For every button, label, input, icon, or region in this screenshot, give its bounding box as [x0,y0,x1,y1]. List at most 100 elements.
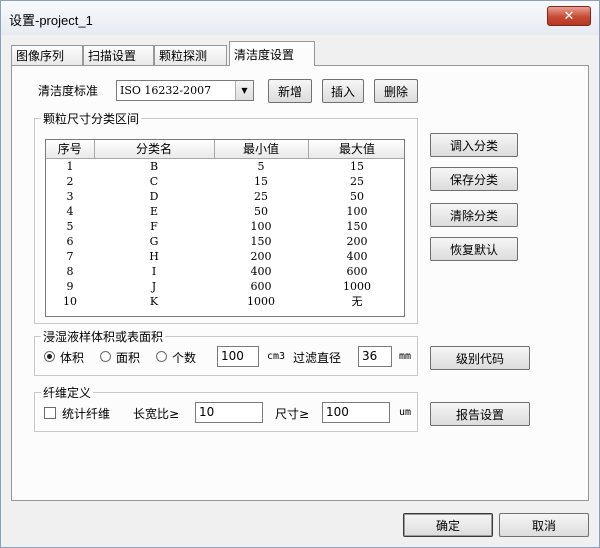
cell-class-name: D [149,189,159,203]
cell-index: 5 [66,219,74,233]
cell-max: 100 [346,204,368,218]
fiber-group: 纤维定义 统计纤维 长宽比≥ 10 尺寸≥ 100 um [34,384,418,432]
table-row[interactable]: 9 J 600 1000 [46,279,404,294]
radio-area[interactable] [100,351,111,362]
insert-button[interactable]: 插入 [322,79,364,103]
save-classes-button[interactable]: 保存分类 [430,167,518,191]
cell-index: 6 [66,234,74,248]
radio-volume[interactable] [44,351,55,362]
window-title: 设置-project_1 [9,13,93,28]
cell-max: 1000 [343,279,371,293]
fiber-size-unit: um [399,407,412,418]
delete-button[interactable]: 删除 [374,79,418,103]
cell-class-name: E [149,204,159,218]
cell-index: 10 [63,294,77,308]
chevron-down-icon[interactable]: ▼ [235,81,253,100]
volume-group: 浸湿液样体积或表面积 体积 面积 个数 100 cm3 过滤直径 36 mm [34,328,418,376]
cell-max: 15 [350,159,364,173]
cleanliness-panel: 清洁度标准 ISO 16232-2007 ▼ 新增 插入 删除 颗粒尺寸分类区间 [11,65,589,501]
report-settings-button[interactable]: 报告设置 [430,402,530,426]
cell-min: 50 [254,204,268,218]
cell-index: 1 [66,159,74,173]
radio-area-label: 面积 [116,351,141,365]
tab-label: 图像序列 [16,49,65,63]
filter-diameter-input[interactable]: 36 [358,346,392,367]
column-header-min[interactable]: 最小值 [214,140,309,159]
standard-selected: ISO 16232-2007 [120,84,212,97]
close-button[interactable]: ✕ [547,6,591,26]
dialog-client: 图像序列 扫描设置 颗粒探测 清洁度设置 清洁度标准 ISO 16232-200… [3,35,597,545]
radio-count-label: 个数 [172,351,197,365]
cell-min: 1000 [247,294,275,308]
aspect-ratio-input[interactable]: 10 [195,402,263,423]
cell-class-name: H [149,249,159,263]
column-header-max[interactable]: 最大值 [308,140,404,159]
cell-max: 400 [346,249,368,263]
count-fiber-checkbox[interactable] [44,407,56,419]
tab-particle-detection[interactable]: 颗粒探测 [154,45,227,65]
level-code-button[interactable]: 级别代码 [430,346,530,370]
cell-min: 25 [254,189,268,203]
cell-index: 3 [66,189,74,203]
cell-min: 400 [250,264,272,278]
cell-class-name: C [149,174,159,188]
table-row[interactable]: 6 G 150 200 [46,234,404,249]
table-row[interactable]: 2 C 15 25 [46,174,404,189]
table-row[interactable]: 1 B 5 15 [46,158,404,174]
aspect-ratio-label: 长宽比≥ [133,407,180,421]
fiber-size-input[interactable]: 100 [322,402,390,423]
tab-cleanliness-settings[interactable]: 清洁度设置 [229,41,315,66]
table-row[interactable]: 4 E 50 100 [46,204,404,219]
table-row[interactable]: 10 K 1000 无 [46,294,404,309]
fiber-size-label: 尺寸≥ [275,407,310,421]
cell-min: 150 [250,234,272,248]
size-class-table[interactable]: 序号 分类名 最小值 最大值 1 B 5 15 2 C 15 25 3 D 25 50 4 E 50 1… [45,139,405,317]
standard-label: 清洁度标准 [38,84,99,98]
table-row[interactable]: 8 I 400 600 [46,264,404,279]
add-button[interactable]: 新增 [268,79,312,103]
table-header-row: 序号 分类名 最小值 最大值 [46,140,404,159]
cell-max: 25 [350,174,364,188]
table-row[interactable]: 5 F 100 150 [46,219,404,234]
table-row[interactable]: 7 H 200 400 [46,249,404,264]
size-class-group-title: 颗粒尺寸分类区间 [41,110,142,127]
cell-min: 15 [254,174,268,188]
cell-class-name: J [151,279,157,293]
title-bar[interactable]: 设置-project_1 ✕ [1,1,599,35]
cell-class-name: G [149,234,159,248]
cell-index: 7 [66,249,74,263]
cancel-button[interactable]: 取消 [499,513,589,537]
radio-count[interactable] [156,351,167,362]
size-class-group: 颗粒尺寸分类区间 序号 分类名 最小值 最大值 1 B 5 15 2 C 15 … [34,110,418,324]
volume-unit: cm3 [267,351,286,362]
load-classes-button[interactable]: 调入分类 [430,133,518,157]
close-icon: ✕ [563,8,575,24]
cell-max: 50 [350,189,364,203]
restore-default-button[interactable]: 恢复默认 [430,237,518,261]
radio-volume-label: 体积 [60,351,85,365]
cell-index: 9 [66,279,74,293]
cell-min: 600 [250,279,272,293]
cell-index: 8 [66,264,74,278]
cell-class-name: F [150,219,158,233]
tab-label: 扫描设置 [88,49,137,63]
cell-class-name: B [149,159,159,173]
cell-min: 5 [257,159,265,173]
clear-classes-button[interactable]: 清除分类 [430,203,518,227]
tab-label: 颗粒探测 [159,49,208,63]
column-header-class-name[interactable]: 分类名 [94,140,215,159]
table-row[interactable]: 3 D 25 50 [46,189,404,204]
cell-class-name: I [151,264,157,278]
ok-button[interactable]: 确定 [403,513,493,537]
tab-scan-settings[interactable]: 扫描设置 [83,45,154,65]
cell-max: 150 [346,219,368,233]
cell-class-name: K [149,294,159,308]
tab-image-sequence[interactable]: 图像序列 [11,45,83,65]
count-fiber-label: 统计纤维 [62,407,111,421]
tab-label: 清洁度设置 [234,47,295,62]
standard-select[interactable]: ISO 16232-2007 ▼ [116,80,254,101]
volume-input[interactable]: 100 [217,346,259,367]
cell-index: 4 [66,204,74,218]
fiber-group-title: 纤维定义 [41,384,94,401]
column-header-index[interactable]: 序号 [46,140,95,159]
